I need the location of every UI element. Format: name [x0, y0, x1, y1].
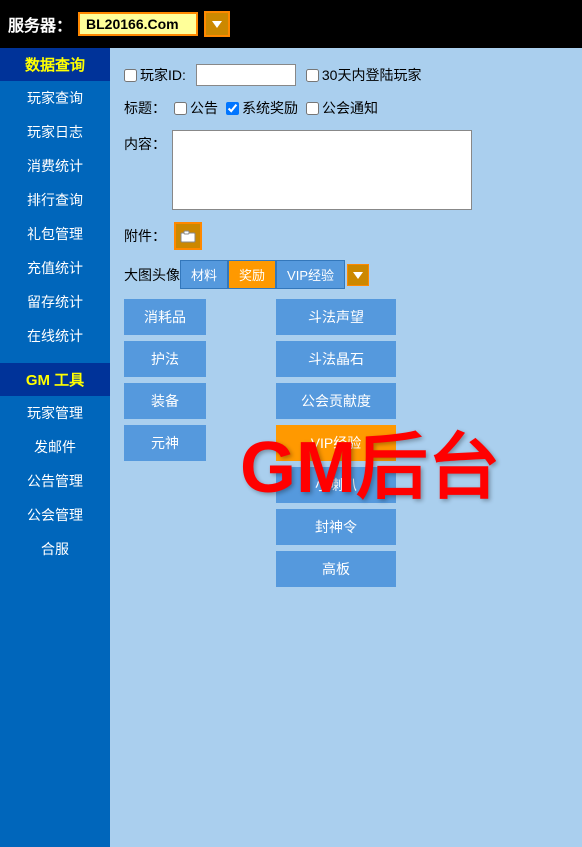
- sidebar-item-retention-stats[interactable]: 留存统计: [0, 285, 110, 319]
- main-layout: 数据查询 玩家查询 玩家日志 消费统计 排行查询 礼包管理 充值统计 留存统计 …: [0, 48, 582, 847]
- content-area: GM后台 玩家ID: 30天内登陆玩家 标题： 公告 系统奖励: [110, 48, 582, 847]
- player-id-label: 玩家ID:: [140, 65, 186, 85]
- tab-material[interactable]: 材料: [180, 260, 228, 289]
- reward-col-right: 斗法声望 斗法晶石 公会贡献度 VIP经验 小喇叭 封神令 高板: [276, 299, 396, 587]
- guild-notice-text: 公会通知: [322, 98, 378, 118]
- reward-btn-vip-exp[interactable]: VIP经验: [276, 425, 396, 461]
- reward-btn-consumable[interactable]: 消耗品: [124, 299, 206, 335]
- content-textarea[interactable]: [172, 130, 472, 210]
- notice-checkbox-label[interactable]: 公告: [174, 98, 218, 118]
- sidebar-item-player-query[interactable]: 玩家查询: [0, 81, 110, 115]
- player-id-row: 玩家ID: 30天内登陆玩家: [124, 64, 568, 86]
- sidebar-item-player-manage[interactable]: 玩家管理: [0, 396, 110, 430]
- player-id-input[interactable]: [196, 64, 296, 86]
- reward-btn-equipment[interactable]: 装备: [124, 383, 206, 419]
- sidebar-section-gm-tools: GM 工具: [0, 363, 110, 396]
- guild-notice-checkbox-label[interactable]: 公会通知: [306, 98, 378, 118]
- title-label: 标题：: [124, 98, 166, 118]
- player-id-checkbox-label[interactable]: 玩家ID:: [124, 65, 186, 85]
- reward-btn-dou-crystal[interactable]: 斗法晶石: [276, 341, 396, 377]
- content-label: 内容：: [124, 130, 166, 154]
- reward-btn-dou-prestige[interactable]: 斗法声望: [276, 299, 396, 335]
- top-bar: 服务器：: [0, 0, 582, 48]
- guild-notice-checkbox[interactable]: [306, 102, 319, 115]
- tabs-row: 大图头像 材料 奖励 VIP经验: [124, 260, 568, 289]
- sidebar: 数据查询 玩家查询 玩家日志 消费统计 排行查询 礼包管理 充值统计 留存统计 …: [0, 48, 110, 847]
- reward-btn-fengshenling[interactable]: 封神令: [276, 509, 396, 545]
- sidebar-item-online-stats[interactable]: 在线统计: [0, 319, 110, 353]
- sidebar-item-notice-manage[interactable]: 公告管理: [0, 464, 110, 498]
- notice-text: 公告: [190, 98, 218, 118]
- server-dropdown-btn[interactable]: [204, 11, 230, 37]
- tab-reward[interactable]: 奖励: [228, 260, 276, 289]
- sidebar-section-data-query: 数据查询: [0, 48, 110, 81]
- server-label: 服务器：: [8, 12, 72, 36]
- sidebar-item-gift-manage[interactable]: 礼包管理: [0, 217, 110, 251]
- recent-login-checkbox[interactable]: [306, 69, 319, 82]
- attachment-icon-btn[interactable]: [174, 222, 202, 250]
- sidebar-item-recharge-stats[interactable]: 充值统计: [0, 251, 110, 285]
- reward-btn-small-horn[interactable]: 小喇叭: [276, 467, 396, 503]
- title-row: 标题： 公告 系统奖励 公会通知: [124, 98, 568, 118]
- system-reward-text: 系统奖励: [242, 98, 298, 118]
- sidebar-item-merge-server[interactable]: 合服: [0, 532, 110, 566]
- system-reward-checkbox[interactable]: [226, 102, 239, 115]
- reward-col-left: 消耗品 护法 装备 元神: [124, 299, 206, 587]
- recent-login-text: 30天内登陆玩家: [322, 65, 422, 85]
- sidebar-item-consume-stats[interactable]: 消费统计: [0, 149, 110, 183]
- sidebar-item-send-mail[interactable]: 发邮件: [0, 430, 110, 464]
- recent-login-label[interactable]: 30天内登陆玩家: [306, 65, 422, 85]
- reward-btn-guild-contribution[interactable]: 公会贡献度: [276, 383, 396, 419]
- content-wrapper: 内容：: [124, 130, 568, 210]
- reward-btn-yuanshen[interactable]: 元神: [124, 425, 206, 461]
- tab-vip-exp[interactable]: VIP经验: [276, 260, 345, 289]
- sidebar-item-player-log[interactable]: 玩家日志: [0, 115, 110, 149]
- server-input[interactable]: [78, 12, 198, 36]
- tabs-dropdown-btn[interactable]: [347, 264, 369, 286]
- attachment-label: 附件：: [124, 226, 166, 246]
- sidebar-item-rank-query[interactable]: 排行查询: [0, 183, 110, 217]
- reward-btn-gaoban[interactable]: 高板: [276, 551, 396, 587]
- system-reward-checkbox-label[interactable]: 系统奖励: [226, 98, 298, 118]
- sidebar-item-guild-manage[interactable]: 公会管理: [0, 498, 110, 532]
- reward-grid: 消耗品 护法 装备 元神 斗法声望 斗法晶石 公会贡献度 VIP经验 小喇叭 封…: [124, 299, 568, 587]
- attachment-row: 附件：: [124, 222, 568, 250]
- player-id-checkbox[interactable]: [124, 69, 137, 82]
- reward-btn-guardian[interactable]: 护法: [124, 341, 206, 377]
- tabs-prefix-label: 大图头像: [124, 265, 180, 285]
- notice-checkbox[interactable]: [174, 102, 187, 115]
